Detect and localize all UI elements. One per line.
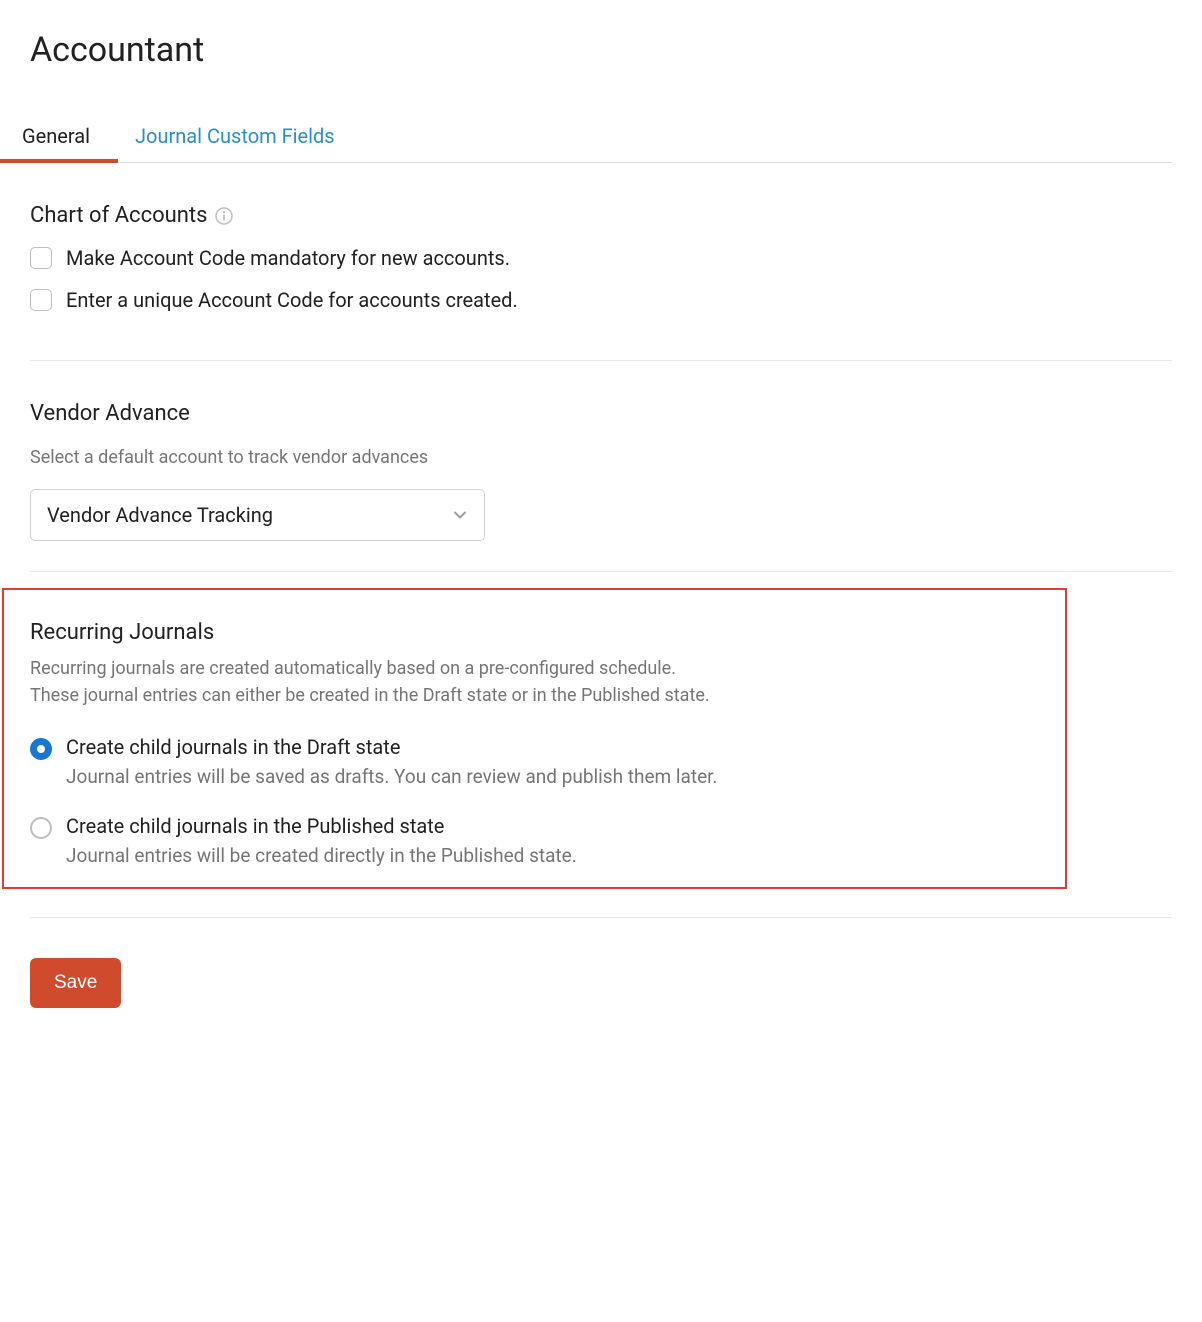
divider: [30, 917, 1172, 918]
radio-option-published[interactable]: Create child journals in the Published s…: [30, 814, 1039, 867]
checkbox-mandatory-code[interactable]: Make Account Code mandatory for new acco…: [30, 246, 1172, 270]
section-vendor-advance: Vendor Advance Select a default account …: [30, 360, 1172, 571]
tab-journal-custom-fields[interactable]: Journal Custom Fields: [135, 120, 335, 162]
radio-label: Create child journals in the Draft state: [66, 735, 717, 759]
tab-general[interactable]: General: [22, 120, 90, 162]
page-title: Accountant: [30, 30, 1172, 70]
radio-option-draft[interactable]: Create child journals in the Draft state…: [30, 735, 1039, 788]
radio-label: Create child journals in the Published s…: [66, 814, 577, 838]
chevron-down-icon: [452, 507, 468, 523]
recurring-journals-title: Recurring Journals: [30, 620, 1039, 645]
desc-line-1: Recurring journals are created automatic…: [30, 658, 676, 679]
save-button[interactable]: Save: [30, 958, 121, 1008]
chart-of-accounts-title-text: Chart of Accounts: [30, 203, 207, 228]
checkbox-input[interactable]: [30, 289, 52, 311]
radio-description: Journal entries will be saved as drafts.…: [66, 765, 717, 788]
checkbox-unique-code[interactable]: Enter a unique Account Code for accounts…: [30, 288, 1172, 312]
vendor-advance-subtitle: Select a default account to track vendor…: [30, 444, 1172, 471]
radio-input[interactable]: [30, 817, 52, 839]
radio-input[interactable]: [30, 738, 52, 760]
recurring-journals-desc: Recurring journals are created automatic…: [30, 655, 1039, 709]
radio-description: Journal entries will be created directly…: [66, 844, 577, 867]
checkbox-label: Make Account Code mandatory for new acco…: [66, 246, 510, 270]
checkbox-label: Enter a unique Account Code for accounts…: [66, 288, 518, 312]
info-icon[interactable]: [215, 207, 233, 225]
checkbox-input[interactable]: [30, 247, 52, 269]
section-chart-of-accounts: Chart of Accounts Make Account Code mand…: [30, 163, 1172, 360]
select-value: Vendor Advance Tracking: [47, 503, 273, 527]
vendor-advance-title: Vendor Advance: [30, 401, 1172, 426]
tabs: General Journal Custom Fields: [0, 120, 1172, 163]
desc-line-2: These journal entries can either be crea…: [30, 685, 710, 706]
chart-of-accounts-title: Chart of Accounts: [30, 203, 1172, 228]
recurring-journals-highlight: Recurring Journals Recurring journals ar…: [2, 588, 1067, 889]
vendor-advance-select[interactable]: Vendor Advance Tracking: [30, 489, 485, 541]
section-recurring-journals-wrapper: Recurring Journals Recurring journals ar…: [30, 571, 1172, 889]
